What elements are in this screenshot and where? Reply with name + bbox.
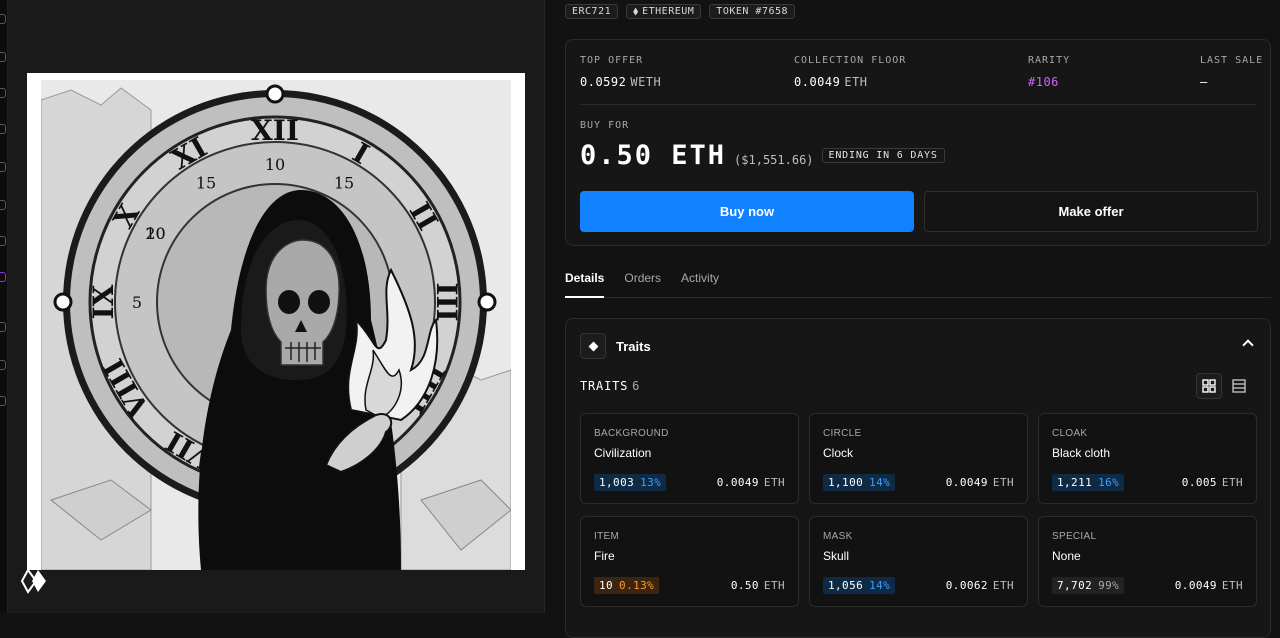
trait-type: SPECIAL bbox=[1052, 531, 1097, 542]
trait-card[interactable]: ITEM Fire 10 0.13% 0.50 ETH bbox=[580, 516, 799, 607]
traits-title: Traits bbox=[616, 338, 651, 354]
tab-orders[interactable]: Orders bbox=[624, 270, 661, 297]
traits-icon bbox=[580, 333, 606, 359]
trait-floor-price: 0.0049 ETH bbox=[1174, 579, 1243, 592]
listing-price-usd: ($1,551.66) bbox=[734, 153, 814, 167]
traits-count: TRAITS 6 bbox=[580, 379, 641, 393]
trait-value: Skull bbox=[823, 549, 850, 563]
clock-numeral: IX bbox=[87, 284, 120, 319]
collection-floor-stat: COLLECTION FLOOR 0.0049 ETH bbox=[794, 55, 906, 89]
last-sale-stat: LAST SALE — bbox=[1200, 55, 1263, 89]
last-sale-label: LAST SALE bbox=[1200, 55, 1264, 66]
trait-count-badge: 7,702 99% bbox=[1052, 577, 1125, 594]
rail-icon[interactable] bbox=[0, 52, 6, 62]
token-id-chip: TOKEN #7658 bbox=[709, 4, 796, 19]
trait-count-badge: 1,211 16% bbox=[1052, 474, 1125, 491]
media-panel: XIIIIIIIIIIIIVVIVIIVIIIIXXXI 10152051510 bbox=[8, 0, 545, 613]
clock-minute-mark: 5 bbox=[132, 293, 142, 312]
trait-count-badge: 10 0.13% bbox=[594, 577, 660, 594]
rarity-label: RARITY bbox=[1028, 55, 1071, 66]
rarity-value[interactable]: #106 bbox=[1028, 75, 1070, 89]
trait-value: Clock bbox=[823, 446, 854, 460]
trait-value: None bbox=[1052, 549, 1081, 563]
rarity-stat: RARITY #106 bbox=[1028, 55, 1070, 89]
trait-type: MASK bbox=[823, 531, 853, 542]
grid-icon bbox=[1202, 379, 1216, 393]
tab-details[interactable]: Details bbox=[565, 270, 605, 298]
trait-floor-price: 0.0049 ETH bbox=[945, 476, 1014, 489]
clock-minute-mark: 15 bbox=[334, 174, 354, 193]
buy-now-button[interactable]: Buy now bbox=[580, 191, 914, 232]
token-chips: ERC721 ETHEREUM TOKEN #7658 bbox=[565, 4, 796, 19]
trait-floor-price: 0.0049 ETH bbox=[716, 476, 785, 489]
listing-price: 0.50 ETH bbox=[580, 140, 727, 171]
trait-type: CLOAK bbox=[1052, 428, 1088, 439]
standard-chip: ERC721 bbox=[565, 4, 619, 19]
last-sale-value: — bbox=[1200, 75, 1208, 89]
clock-minute-mark: 15 bbox=[196, 174, 216, 193]
rail-icon[interactable] bbox=[0, 14, 6, 24]
nft-image-frame[interactable]: XIIIIIIIIIIIIVVIVIIVIIIIXXXI 10152051510 bbox=[27, 73, 525, 570]
rail-icon[interactable] bbox=[0, 322, 6, 332]
chevron-up-icon[interactable] bbox=[1242, 339, 1254, 351]
clock-numeral: XII bbox=[251, 114, 299, 147]
trait-card[interactable]: BACKGROUND Civilization 1,003 13% 0.0049 E… bbox=[580, 413, 799, 504]
trait-type: BACKGROUND bbox=[594, 428, 669, 439]
rail-icon[interactable] bbox=[0, 236, 6, 246]
top-offer-stat: TOP OFFER 0.0592 WETH bbox=[580, 55, 661, 89]
top-offer-value: 0.0592 WETH bbox=[580, 75, 662, 89]
list-view-button[interactable] bbox=[1226, 373, 1252, 399]
buy-for-label: BUY FOR bbox=[580, 120, 630, 131]
trait-card[interactable]: CLOAK Black cloth 1,211 16% 0.005 ETH bbox=[1038, 413, 1257, 504]
price-card: TOP OFFER 0.0592 WETH COLLECTION FLOOR 0.… bbox=[565, 39, 1271, 246]
floor-label: COLLECTION FLOOR bbox=[794, 55, 907, 66]
traits-panel: Traits TRAITS 6 BACKGROUND Civilization 1… bbox=[565, 318, 1271, 638]
stats-divider bbox=[580, 104, 1256, 105]
clock-numeral: III bbox=[430, 282, 463, 321]
clock-minute-mark: 10 bbox=[265, 155, 285, 174]
tab-activity[interactable]: Activity bbox=[681, 270, 719, 297]
trait-grid: BACKGROUND Civilization 1,003 13% 0.0049 E… bbox=[580, 413, 1257, 607]
left-rail bbox=[0, 0, 8, 613]
trait-floor-price: 0.005 ETH bbox=[1181, 476, 1243, 489]
trait-value: Black cloth bbox=[1052, 446, 1111, 460]
grid-view-button[interactable] bbox=[1196, 373, 1222, 399]
top-offer-label: TOP OFFER bbox=[580, 55, 644, 66]
listing-ending-badge: ENDING IN 6 DAYS bbox=[821, 148, 945, 163]
diamond-icon bbox=[588, 341, 598, 351]
trait-card[interactable]: MASK Skull 1,056 14% 0.0062 ETH bbox=[809, 516, 1028, 607]
ethereum-icon bbox=[633, 7, 639, 16]
price-row: 0.50 ETH ($1,551.66) ENDING IN 6 DAYS bbox=[580, 140, 945, 171]
detail-tabs: Details Orders Activity bbox=[565, 270, 1271, 298]
nft-artwork: XIIIIIIIIIIIIVVIVIIVIIIIXXXI 10152051510 bbox=[41, 80, 511, 570]
make-offer-button[interactable]: Make offer bbox=[924, 191, 1258, 232]
view-toggle bbox=[1196, 373, 1252, 399]
trait-count-badge: 1,003 13% bbox=[594, 474, 667, 491]
trait-count-badge: 1,056 14% bbox=[823, 577, 896, 594]
item-details: ERC721 ETHEREUM TOKEN #7658 TOP OFFER 0.… bbox=[565, 0, 1271, 638]
clock-minute-mark: 10 bbox=[145, 224, 165, 243]
rail-icon[interactable] bbox=[0, 88, 6, 98]
trait-type: CIRCLE bbox=[823, 428, 862, 439]
rail-icon[interactable] bbox=[0, 360, 6, 370]
traits-header[interactable]: Traits bbox=[580, 333, 651, 359]
rail-icon[interactable] bbox=[0, 200, 6, 210]
rail-icon[interactable] bbox=[0, 272, 6, 282]
rail-icon[interactable] bbox=[0, 162, 6, 172]
trait-card[interactable]: CIRCLE Clock 1,100 14% 0.0049 ETH bbox=[809, 413, 1028, 504]
rail-icon[interactable] bbox=[0, 124, 6, 134]
list-icon bbox=[1232, 379, 1246, 393]
chain-chip[interactable]: ETHEREUM bbox=[626, 4, 702, 19]
floor-value: 0.0049 ETH bbox=[794, 75, 868, 89]
trait-floor-price: 0.0062 ETH bbox=[945, 579, 1014, 592]
rail-icon[interactable] bbox=[0, 396, 6, 406]
trait-type: ITEM bbox=[594, 531, 620, 542]
trait-value: Civilization bbox=[594, 446, 652, 460]
trait-count-badge: 1,100 14% bbox=[823, 474, 896, 491]
trait-value: Fire bbox=[594, 549, 615, 563]
chain-chip-label: ETHEREUM bbox=[642, 6, 695, 17]
brand-logo-icon bbox=[20, 568, 46, 594]
trait-floor-price: 0.50 ETH bbox=[730, 579, 785, 592]
trait-card[interactable]: SPECIAL None 7,702 99% 0.0049 ETH bbox=[1038, 516, 1257, 607]
